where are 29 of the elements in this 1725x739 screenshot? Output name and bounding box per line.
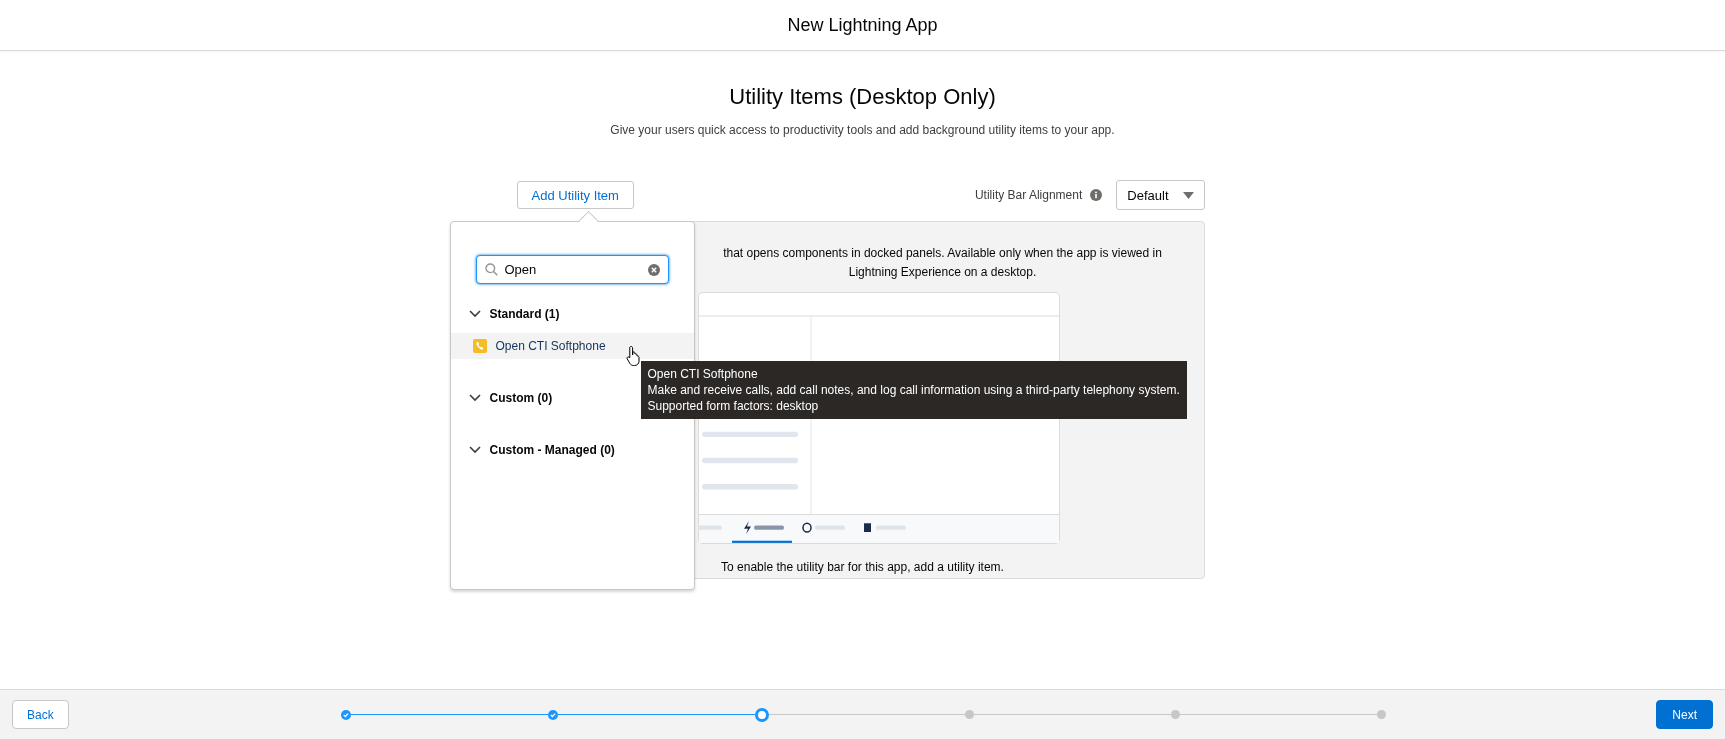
search-field[interactable]: Open — [475, 255, 669, 284]
step-complete-icon[interactable] — [547, 709, 558, 720]
empty-message: To enable the utility bar for this app, add a utility item. — [721, 560, 1004, 574]
step-complete-icon[interactable] — [340, 709, 351, 720]
tooltip-description: Make and receive calls, add call notes, and log call information using a third-party telephony system. — [647, 382, 1180, 398]
tooltip-title: Open CTI Softphone — [647, 366, 759, 382]
add-utility-item-button[interactable]: Add Utility Item — [516, 181, 634, 209]
step-current-icon[interactable] — [754, 707, 769, 722]
caret-icon — [1182, 191, 1194, 199]
step-upcoming-icon[interactable] — [1171, 710, 1181, 719]
panel-description: that opens components in docked panels. Available only when the app is viewed in Lightning Experience on a desktop. — [722, 245, 1163, 281]
step-upcoming-icon[interactable] — [965, 710, 975, 719]
info-icon[interactable] — [1090, 189, 1103, 201]
back-button[interactable]: Back — [12, 700, 69, 729]
page-heading: Utility Items (Desktop Only) — [729, 84, 996, 110]
utility-list-item[interactable]: Open CTI Softphone — [450, 333, 694, 359]
clear-icon[interactable] — [647, 263, 660, 276]
next-button[interactable]: Next — [1656, 700, 1713, 729]
hand-cursor-icon — [625, 345, 642, 367]
section-header[interactable]: Standard (1) — [450, 304, 694, 324]
alignment-label: Utility Bar Alignment — [974, 188, 1083, 202]
section-header[interactable]: Custom - Managed (0) — [450, 440, 694, 460]
alignment-select[interactable]: Default — [1116, 180, 1205, 210]
window-title: New Lightning App — [787, 14, 938, 36]
phone-icon — [472, 339, 487, 353]
search-icon — [484, 263, 498, 276]
step-upcoming-icon[interactable] — [1377, 710, 1387, 719]
page-subtitle: Give your users quick access to productivity tools and add background utility items to your app. — [610, 123, 1115, 137]
tooltip-form-factors: Supported form factors: desktop — [647, 398, 820, 414]
